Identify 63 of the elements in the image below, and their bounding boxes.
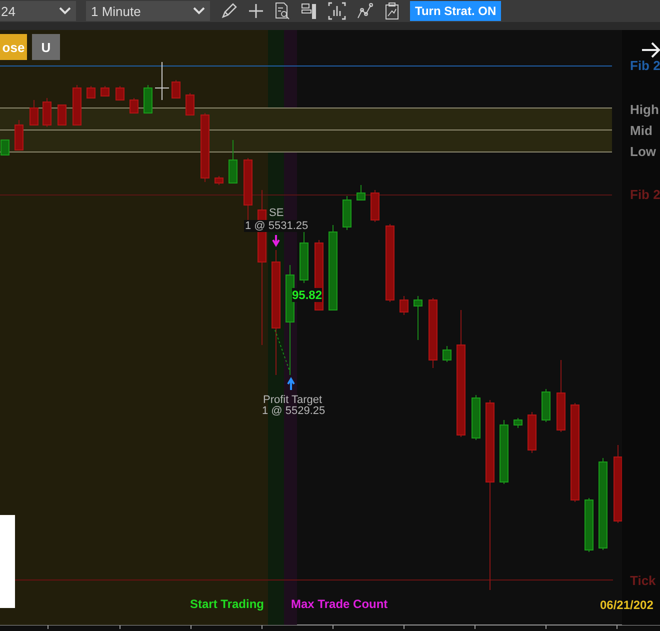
candle <box>14 120 24 150</box>
level-label: Tick <box>630 573 656 588</box>
candle <box>42 98 52 128</box>
level-label: Fib 2 <box>630 58 660 73</box>
level-label: Mid <box>630 123 652 138</box>
candle <box>584 498 594 552</box>
candle <box>144 84 152 114</box>
level-label: Low <box>630 144 656 159</box>
candle <box>244 158 252 220</box>
candle <box>472 394 480 440</box>
candle <box>400 296 408 316</box>
candle <box>300 232 308 284</box>
candle <box>72 84 82 126</box>
level-label: High <box>630 102 659 117</box>
candle <box>342 196 352 230</box>
candle <box>514 418 522 428</box>
clipboard-chart-icon[interactable] <box>384 2 400 20</box>
candle <box>414 296 422 340</box>
candle <box>214 176 224 186</box>
document-search-icon[interactable] <box>274 2 290 20</box>
down-arrow-icon <box>272 234 280 247</box>
arrow-right-icon[interactable] <box>641 42 660 58</box>
candle <box>100 86 110 96</box>
strategy-button[interactable]: Turn Strat. ON <box>410 1 502 21</box>
level-label: Fib 2 <box>630 187 660 202</box>
pencil-icon[interactable] <box>220 2 238 20</box>
entry-signal-label: SE <box>269 207 284 219</box>
candle <box>116 86 124 100</box>
candle <box>542 388 550 422</box>
candle <box>428 298 438 368</box>
interval-dropdown[interactable]: 1 Minute <box>86 1 210 21</box>
chevron-icon <box>59 7 71 15</box>
up-arrow-icon <box>287 377 295 391</box>
line-chart-icon[interactable] <box>356 2 374 20</box>
crosshair-icon[interactable] <box>248 3 264 19</box>
exit-fill-label: 1 @ 5529.25 <box>262 405 326 417</box>
candle <box>58 104 66 126</box>
chart-button[interactable]: U <box>32 34 60 60</box>
candle <box>154 62 170 100</box>
candle <box>172 80 180 98</box>
candle <box>186 92 194 116</box>
exit-signal-label: Profit Target <box>263 394 322 406</box>
indicator-value: 95.82 <box>292 288 322 302</box>
bars-icon[interactable] <box>300 2 318 20</box>
date-label: 06/21/202 <box>600 598 654 612</box>
candle <box>200 112 210 182</box>
bar-chart-icon[interactable] <box>328 2 346 20</box>
candle <box>0 140 10 156</box>
symbol-dropdown[interactable]: 24 <box>0 1 76 21</box>
candle <box>528 412 536 454</box>
candle <box>86 86 96 98</box>
status-text: Max Trade Count <box>291 597 388 611</box>
trade-connector-line <box>274 330 290 372</box>
candle <box>356 184 366 200</box>
candle <box>370 190 380 222</box>
status-text: Start Trading <box>190 597 264 611</box>
candle <box>228 140 238 184</box>
candle <box>500 420 508 484</box>
chevron-icon <box>193 7 205 15</box>
entry-fill-label: 1 @ 5531.25 <box>244 220 310 232</box>
candle <box>30 100 38 126</box>
candle <box>130 98 138 114</box>
candle <box>442 346 452 362</box>
